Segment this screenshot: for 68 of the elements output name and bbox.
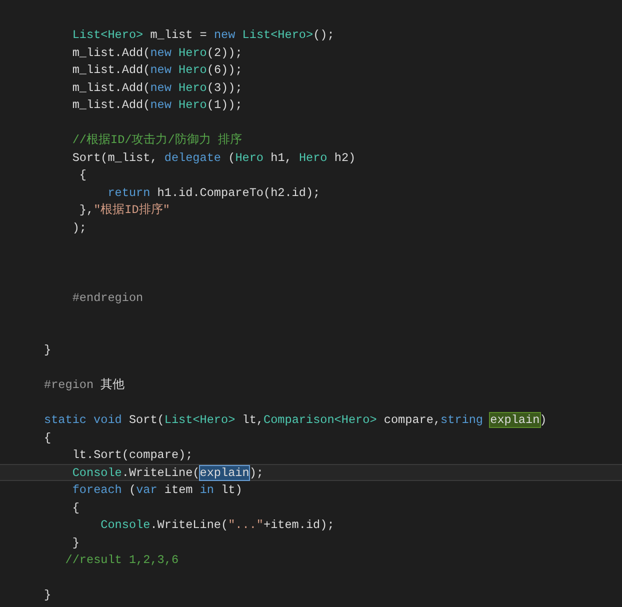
preprocessor-directive: #region — [44, 378, 94, 392]
code-text: }, — [79, 203, 94, 217]
code-text: (6)); — [206, 63, 242, 77]
code-text: m_list.Add( — [72, 63, 150, 77]
code-text: } — [44, 588, 52, 602]
code-text: lt.Sort(compare); — [72, 448, 193, 462]
code-text: Sort( — [128, 413, 164, 427]
code-text: lt, — [242, 413, 264, 427]
keyword: static void — [44, 413, 122, 427]
code-text: +item.id); — [263, 518, 334, 532]
keyword: new — [150, 46, 172, 60]
type-name: Comparison<Hero> — [264, 413, 377, 427]
type-name: Hero — [178, 98, 207, 112]
code-text: compare, — [384, 413, 441, 427]
keyword: in — [200, 483, 214, 497]
code-text: h2) — [334, 150, 356, 164]
code-text: m_list = — [150, 28, 208, 42]
code-text: .WriteLine( — [150, 518, 228, 532]
code-text: m_list.Add( — [72, 46, 150, 60]
code-text: { — [79, 168, 86, 182]
keyword: return — [108, 186, 150, 200]
preprocessor-directive: #endregion — [72, 290, 144, 304]
code-text: m_list.Add( — [72, 98, 150, 112]
type-name: Hero — [298, 150, 328, 164]
keyword: new — [150, 80, 172, 94]
code-text: h1, — [270, 150, 293, 164]
code-text: ); — [249, 466, 264, 480]
keyword: new — [214, 28, 236, 42]
code-text: (3)); — [206, 80, 242, 94]
type-name: List<Hero> — [164, 413, 236, 427]
string-literal: "根据ID排序" — [94, 203, 170, 217]
code-text: .WriteLine( — [122, 466, 200, 480]
type-name: List<Hero> — [72, 28, 144, 42]
keyword: delegate — [164, 150, 221, 164]
code-text: 其他 — [100, 378, 125, 392]
code-text: ( — [128, 483, 136, 497]
code-text: ( — [228, 150, 236, 164]
highlighted-word: explain — [490, 413, 540, 427]
code-text: ) — [540, 413, 547, 427]
code-text: } — [72, 536, 80, 550]
code-text: { — [44, 430, 52, 444]
type-name: List<Hero> — [242, 28, 314, 42]
code-text: item — [164, 483, 194, 497]
type-name: Console — [100, 518, 150, 532]
code-text: Sort(m_list, — [72, 150, 158, 164]
code-text: (); — [313, 28, 334, 42]
keyword: new — [150, 98, 172, 112]
keyword: new — [150, 63, 172, 77]
keyword: var — [136, 483, 158, 497]
string-literal: "..." — [228, 518, 264, 532]
type-name: Hero — [178, 46, 207, 60]
selected-word: explain — [200, 466, 250, 480]
keyword: foreach — [72, 483, 122, 497]
code-comment: //根据ID/攻击力/防御力 排序 — [72, 133, 242, 147]
code-comment: //result 1,2,3,6 — [65, 553, 179, 567]
code-text: h1.id.CompareTo(h2.id); — [157, 186, 320, 200]
keyword: string — [440, 413, 484, 427]
code-text: ); — [72, 220, 86, 234]
type-name: Console — [72, 466, 122, 480]
code-text: { — [72, 500, 80, 514]
code-text: } — [44, 343, 52, 357]
code-text: (1)); — [206, 98, 242, 112]
code-text: (2)); — [206, 46, 242, 60]
type-name: Hero — [235, 150, 264, 164]
code-text: m_list.Add( — [72, 80, 150, 94]
type-name: Hero — [178, 63, 207, 77]
type-name: Hero — [178, 80, 207, 94]
code-text: lt) — [221, 483, 242, 497]
